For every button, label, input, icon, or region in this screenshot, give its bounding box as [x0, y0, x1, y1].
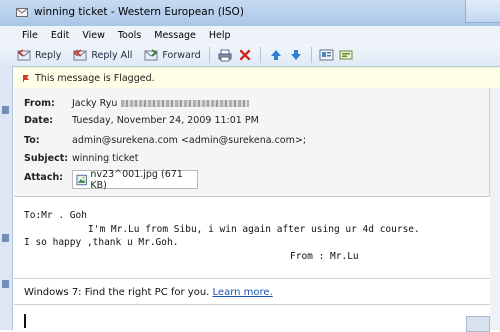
right-scrollbar-edge[interactable] — [489, 88, 500, 330]
toolbar-separator — [208, 47, 210, 63]
menu-view[interactable]: View — [82, 30, 105, 41]
body-line: I so happy ,thank u Mr.Goh. — [24, 237, 179, 248]
find-icon — [339, 50, 353, 60]
toolbar-separator — [259, 47, 261, 63]
learn-more-link[interactable]: Learn more. — [213, 287, 273, 298]
from-label: From: — [24, 98, 55, 109]
reply-label: Reply — [35, 49, 62, 61]
menu-edit[interactable]: Edit — [51, 30, 69, 41]
divider — [14, 304, 490, 305]
body-greeting: To:Mr . Goh — [24, 210, 87, 221]
delete-button[interactable] — [237, 47, 253, 63]
attachment-item[interactable]: nv23^001.jpg (671 KB) — [72, 168, 198, 191]
message-header: From: Jacky Ryu Date: Tuesday, November … — [14, 88, 490, 197]
menu-file[interactable]: File — [22, 30, 38, 41]
find-button[interactable] — [339, 47, 355, 63]
menu-help[interactable]: Help — [209, 30, 231, 41]
from-value[interactable]: Jacky Ryu — [72, 98, 250, 109]
address-book-icon — [319, 49, 334, 61]
divider — [14, 278, 490, 279]
window-title: winning ticket - Western European (ISO) — [34, 6, 244, 18]
reply-all-label: Reply All — [91, 49, 133, 61]
menu-bar: File Edit View Tools Message Help — [0, 26, 500, 44]
printer-icon — [218, 49, 232, 61]
toolbar: Reply Reply All Forward — [0, 44, 500, 67]
print-button[interactable] — [217, 47, 233, 63]
flag-banner: This message is Flagged. — [14, 67, 500, 89]
list-item — [2, 280, 9, 288]
attach-label: Attach: — [24, 172, 64, 183]
body-line: I'm Mr.Lu from Sibu, i win again after u… — [88, 224, 420, 235]
forward-label: Forward — [162, 49, 201, 61]
down-arrow-icon — [290, 50, 301, 60]
toolbar-separator — [310, 47, 312, 63]
to-label: To: — [24, 135, 40, 146]
from-name: Jacky Ryu — [72, 98, 118, 109]
footer-text: Windows 7: Find the right PC for you. — [24, 287, 210, 298]
menu-tools[interactable]: Tools — [118, 30, 141, 41]
list-item — [2, 106, 9, 114]
title-bar: winning ticket - Western European (ISO) — [0, 0, 500, 27]
image-file-icon — [76, 174, 87, 185]
message-body[interactable]: To:Mr . Goh I'm Mr.Lu from Sibu, i win a… — [14, 197, 490, 330]
reply-icon — [17, 49, 31, 61]
reply-all-icon — [73, 49, 87, 61]
footer-ad: Windows 7: Find the right PC for you. Le… — [24, 287, 273, 298]
flag-text: This message is Flagged. — [35, 72, 155, 84]
envelope-icon — [16, 8, 28, 17]
forward-button[interactable]: Forward — [141, 46, 203, 64]
attachment-name: nv23^001.jpg (671 KB) — [90, 168, 183, 191]
reply-all-button[interactable]: Reply All — [70, 46, 135, 64]
text-cursor — [24, 314, 26, 328]
flag-icon — [23, 75, 29, 82]
message-list-edge — [0, 66, 13, 330]
delete-x-icon — [239, 49, 250, 61]
window-controls[interactable] — [465, 0, 500, 23]
forward-icon — [144, 49, 158, 61]
subject-value: winning ticket — [72, 153, 139, 164]
redacted-email — [121, 100, 250, 107]
subject-label: Subject: — [24, 153, 69, 164]
body-signoff: From : Mr.Lu — [290, 251, 359, 262]
next-button[interactable] — [288, 47, 304, 63]
addresses-button[interactable] — [319, 47, 335, 63]
list-item — [2, 234, 9, 242]
previous-button[interactable] — [268, 47, 284, 63]
to-value[interactable]: admin@surekena.com <admin@surekena.com>; — [72, 135, 306, 146]
reply-button[interactable]: Reply — [14, 46, 64, 64]
date-label: Date: — [24, 115, 54, 126]
menu-message[interactable]: Message — [154, 30, 196, 41]
up-arrow-icon — [270, 50, 281, 60]
date-value: Tuesday, November 24, 2009 11:01 PM — [72, 115, 259, 126]
